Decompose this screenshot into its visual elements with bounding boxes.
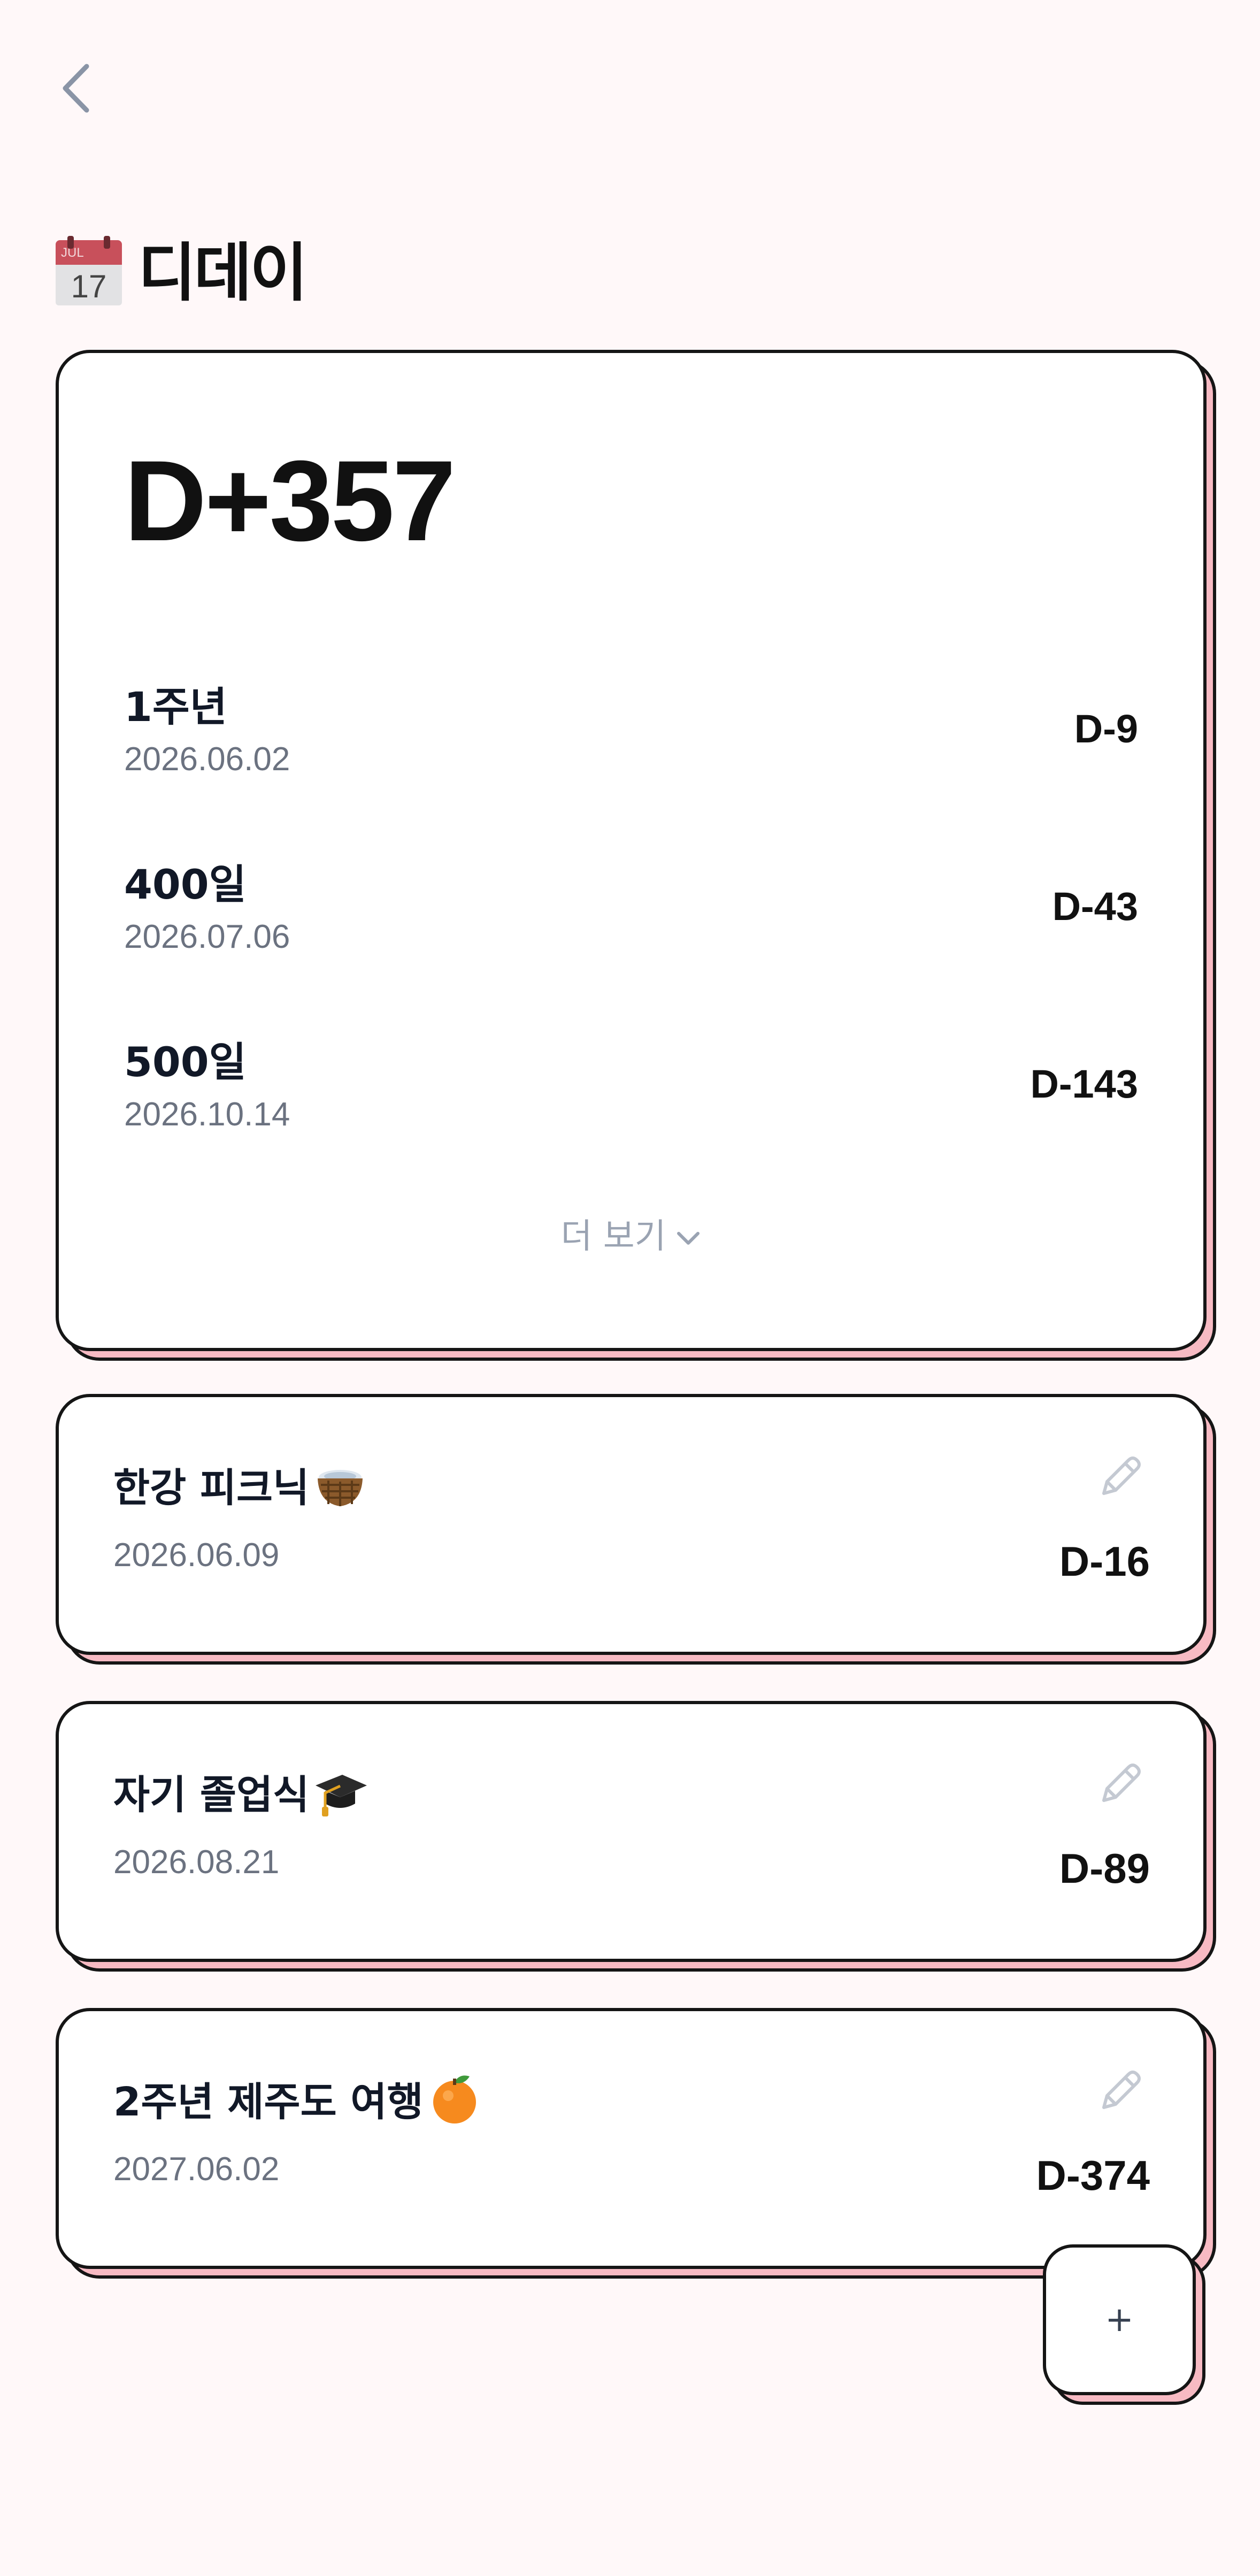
event-date: 2027.06.02 <box>113 2151 280 2188</box>
event-title-text: 자기 졸업식 <box>113 1772 310 1818</box>
event-date: 2026.06.09 <box>113 1537 280 1574</box>
milestone-date: 2026.07.06 <box>124 918 290 955</box>
edit-button[interactable] <box>1093 2065 1147 2118</box>
edit-button[interactable] <box>1093 1451 1147 1504</box>
milestone-label: 400일 <box>124 861 247 908</box>
event-title-text: 2주년 제주도 여행 <box>113 2079 424 2125</box>
event-title-text: 한강 피크닉 <box>113 1465 310 1511</box>
event-title: 2주년 제주도 여행 <box>113 2070 482 2127</box>
pencil-icon <box>1102 2071 1141 2109</box>
milestone-row: 500일 2026.10.14 D-143 <box>124 1029 1138 1152</box>
milestone-date: 2026.06.02 <box>124 741 290 778</box>
edit-button[interactable] <box>1093 1758 1147 1811</box>
milestone-row: 1주년 2026.06.02 D-9 <box>124 674 1138 797</box>
event-card[interactable]: 2주년 제주도 여행 2027.06.02 D-374 <box>56 2008 1207 2269</box>
show-more-label: 더 보기 <box>560 1217 666 1256</box>
event-dday: D-374 <box>1036 2152 1150 2199</box>
tangerine-icon <box>427 2071 482 2127</box>
event-card[interactable]: 자기 졸업식 2026.08.21 D-89 <box>56 1701 1207 1962</box>
page-title: 디데이 <box>138 236 308 310</box>
pencil-icon <box>1102 1456 1141 1495</box>
milestone-dday: D-143 <box>1030 1062 1138 1106</box>
add-dday-button[interactable]: + <box>1043 2244 1196 2395</box>
pencil-icon <box>1102 1764 1141 1802</box>
milestone-row: 400일 2026.07.06 D-43 <box>124 852 1138 975</box>
event-dday: D-16 <box>1059 1538 1150 1585</box>
event-date: 2026.08.21 <box>113 1844 280 1881</box>
back-button[interactable] <box>51 59 99 118</box>
graduation-cap-icon <box>312 1764 368 1820</box>
event-title: 한강 피크닉 <box>113 1456 368 1513</box>
page-header: JUL 17 디데이 <box>56 235 308 310</box>
milestone-date: 2026.10.14 <box>124 1096 290 1133</box>
chevron-left-icon <box>63 64 89 113</box>
event-card[interactable]: 한강 피크닉 2026.06.09 D-16 <box>56 1394 1207 1655</box>
milestone-dday: D-43 <box>1052 884 1138 929</box>
event-title: 자기 졸업식 <box>113 1763 368 1820</box>
main-dday-card: D+357 1주년 2026.06.02 D-9 400일 2026.07.06… <box>56 350 1207 1351</box>
milestone-dday: D-9 <box>1074 707 1138 751</box>
plus-icon: + <box>1105 2300 1134 2340</box>
dday-counter: D+357 <box>124 437 456 565</box>
basket-icon <box>312 1457 368 1513</box>
calendar-icon: JUL 17 <box>56 236 122 305</box>
event-dday: D-89 <box>1059 1845 1150 1892</box>
milestone-label: 500일 <box>124 1038 247 1086</box>
show-more-button[interactable]: 더 보기 <box>59 1209 1203 1258</box>
chevron-down-icon <box>677 1232 700 1245</box>
milestone-label: 1주년 <box>124 683 227 731</box>
